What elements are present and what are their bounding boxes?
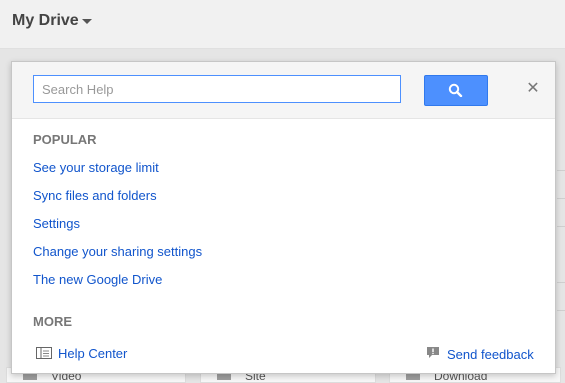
help-search-input[interactable] <box>33 75 401 103</box>
divider <box>557 170 565 171</box>
help-link-sync-files[interactable]: Sync files and folders <box>33 188 157 203</box>
help-center-link[interactable]: Help Center <box>58 346 127 361</box>
close-icon: ✕ <box>526 80 540 97</box>
more-heading: MORE <box>33 314 72 329</box>
book-icon <box>36 347 52 359</box>
my-drive-title[interactable]: My Drive <box>12 12 79 30</box>
chevron-down-icon[interactable] <box>82 19 92 24</box>
search-icon <box>448 83 463 97</box>
help-link-sharing-settings[interactable]: Change your sharing settings <box>33 244 202 259</box>
help-link-settings[interactable]: Settings <box>33 216 80 231</box>
top-bar: My Drive <box>0 0 565 49</box>
help-search-row: ✕ <box>12 62 555 119</box>
help-link-storage-limit[interactable]: See your storage limit <box>33 160 159 175</box>
divider <box>557 226 565 227</box>
close-button[interactable]: ✕ <box>524 80 542 98</box>
divider <box>557 198 565 199</box>
feedback-icon <box>427 347 439 358</box>
popular-heading: POPULAR <box>33 132 97 147</box>
search-button[interactable] <box>424 75 488 106</box>
help-panel: ✕ POPULAR See your storage limit Sync fi… <box>11 61 556 374</box>
help-link-new-drive[interactable]: The new Google Drive <box>33 272 162 287</box>
send-feedback-link[interactable]: Send feedback <box>447 347 534 362</box>
divider <box>557 282 565 283</box>
divider <box>557 310 565 311</box>
